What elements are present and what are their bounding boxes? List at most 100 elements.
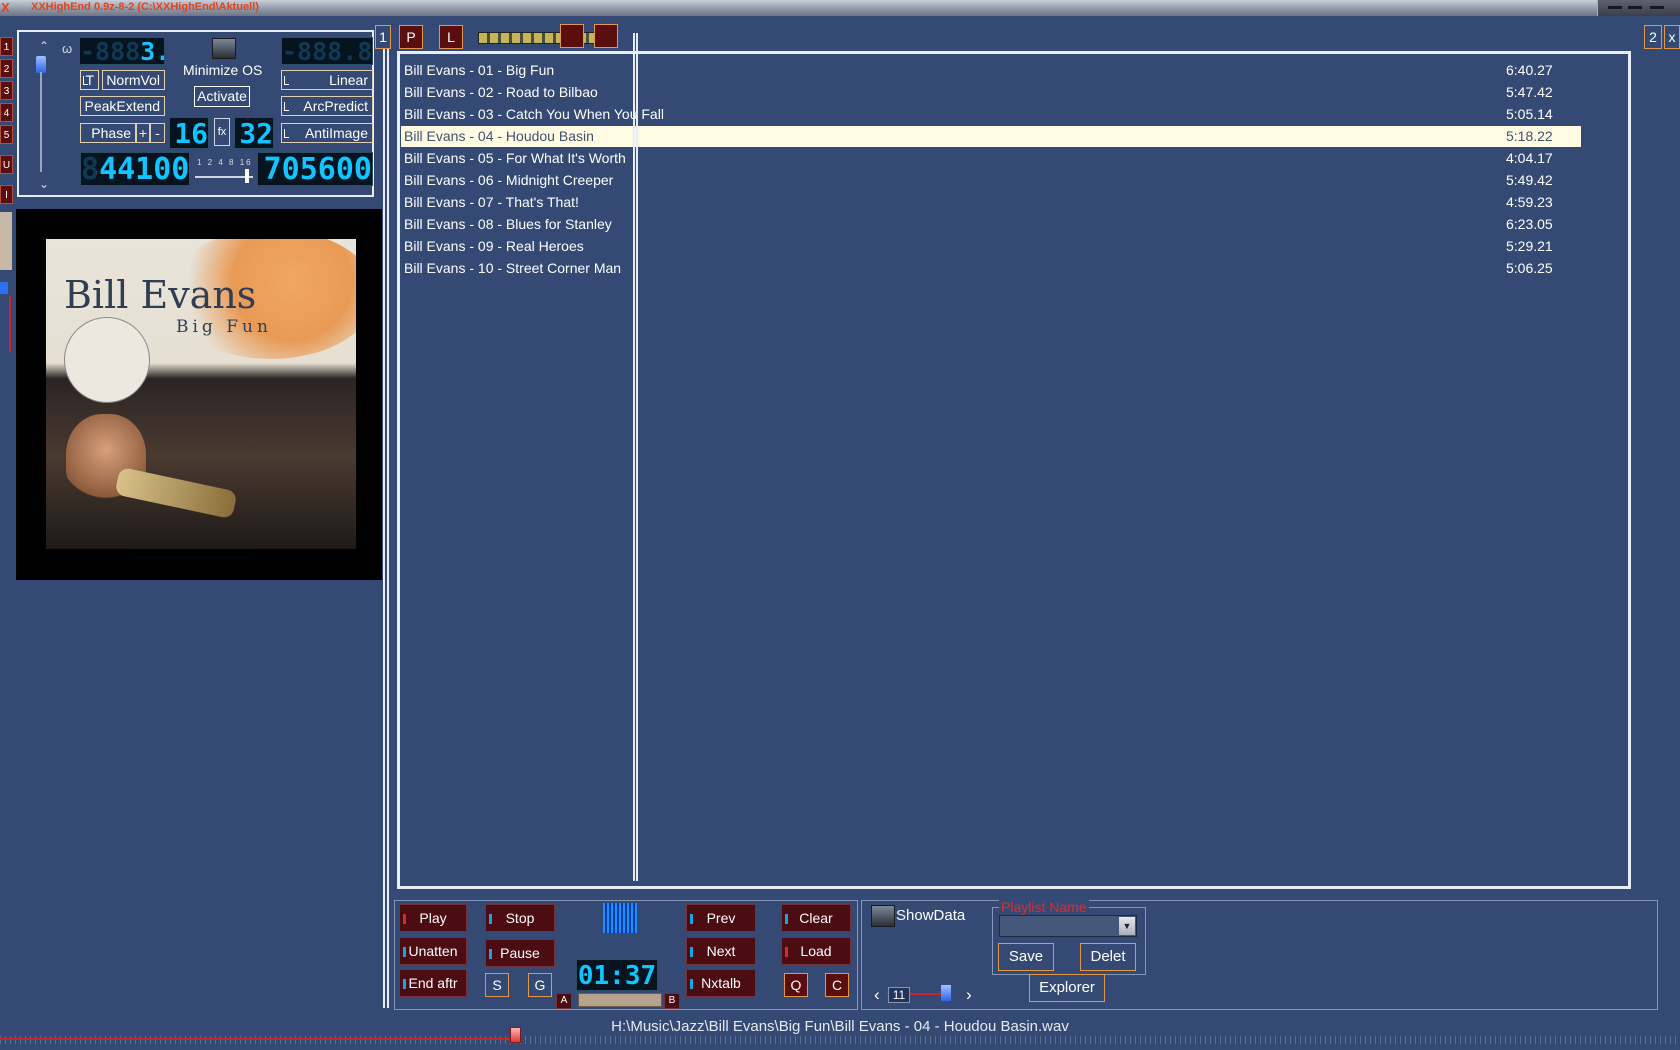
bits-lcd: 16 xyxy=(169,117,209,149)
pager-slider-thumb[interactable] xyxy=(941,985,951,1001)
ab-range-slider[interactable] xyxy=(578,993,662,1007)
volume-down-icon[interactable]: ⌄ xyxy=(39,177,49,191)
track-duration: 4:04.17 xyxy=(1506,150,1553,166)
activate-button[interactable]: Activate xyxy=(194,86,250,107)
next-button[interactable]: Next xyxy=(686,937,756,965)
track-duration: 4:59.23 xyxy=(1506,194,1553,210)
pause-button[interactable]: Pause xyxy=(485,939,555,967)
left-level-line xyxy=(9,296,11,352)
playlist-row[interactable]: Bill Evans - 07 - That's That! 4:59.23 xyxy=(401,192,1581,213)
meter-btn-1[interactable] xyxy=(560,24,584,48)
playlist-row[interactable]: Bill Evans - 03 - Catch You When You Fal… xyxy=(401,104,1581,125)
playlist-row[interactable]: Bill Evans - 06 - Midnight Creeper 5:49.4… xyxy=(401,170,1581,191)
u-button[interactable]: U xyxy=(0,155,13,174)
minimize-os-toggle[interactable] xyxy=(212,38,236,59)
panel-separator xyxy=(383,30,389,1008)
preset-3-button[interactable]: 3 xyxy=(0,81,13,100)
left-volume-thumb[interactable] xyxy=(0,282,8,294)
clear-button[interactable]: Clear xyxy=(781,904,851,932)
playlist-row[interactable]: Bill Evans - 05 - For What It's Worth 4:0… xyxy=(401,148,1581,169)
fx-button[interactable]: fx xyxy=(214,118,230,146)
playlist-row[interactable]: Bill Evans - 04 - Houdou Basin 5:18.22 xyxy=(401,126,1581,147)
track-title: Bill Evans - 02 - Road to Bilbao xyxy=(404,84,598,100)
phase-minus-button[interactable]: - xyxy=(150,123,165,143)
tab-l[interactable]: L xyxy=(439,25,463,49)
unatten-button[interactable]: Unatten xyxy=(399,937,467,965)
explorer-button[interactable]: Explorer xyxy=(1029,974,1105,1002)
playlist-row[interactable]: Bill Evans - 09 - Real Heroes 5:29.21 xyxy=(401,236,1581,257)
load-button[interactable]: Load xyxy=(781,937,851,965)
cover-artist-text: Bill Evans xyxy=(64,273,257,317)
playlist-name-combobox[interactable]: ▼ xyxy=(999,915,1137,937)
playlist-row[interactable]: Bill Evans - 10 - Street Corner Man 5:06.… xyxy=(401,258,1581,279)
save-button[interactable]: Save xyxy=(998,943,1054,971)
t-button[interactable]: T xyxy=(80,70,99,90)
s-button[interactable]: S xyxy=(485,973,509,997)
phase-plus-button[interactable]: + xyxy=(136,123,150,143)
tab-p[interactable]: P xyxy=(399,25,423,49)
volume-slider-track[interactable] xyxy=(40,72,42,172)
left-scroll-handle[interactable] xyxy=(0,212,12,270)
seek-progress xyxy=(0,1038,516,1040)
meter-btn-2[interactable] xyxy=(594,24,618,48)
phase-button[interactable]: Phase xyxy=(80,123,136,143)
waveform-icon xyxy=(603,903,637,933)
c-button[interactable]: C xyxy=(825,973,849,997)
outputrate-lcd: 705600 xyxy=(257,152,373,186)
track-title: Bill Evans - 07 - That's That! xyxy=(404,194,579,210)
volume-up-icon[interactable]: ⌃ xyxy=(39,40,51,52)
stop-button[interactable]: Stop xyxy=(485,904,555,932)
showdata-label: ShowData xyxy=(896,907,966,924)
cover-seal xyxy=(64,317,150,403)
antiimage-button[interactable]: AntiImage xyxy=(281,123,373,143)
track-title: Bill Evans - 01 - Big Fun xyxy=(404,62,555,78)
title-bar: X XXHighEnd 0.9z-8-2 (C:\XXHighEnd\Aktue… xyxy=(0,0,1680,16)
pager-next-icon[interactable]: › xyxy=(966,986,972,1003)
a-marker-button[interactable]: A xyxy=(556,993,572,1009)
normvol-button[interactable]: NormVol xyxy=(102,70,165,90)
volume-lcd: -8883.0 xyxy=(79,37,165,65)
close-panel-button[interactable]: x xyxy=(1664,25,1680,49)
track-title: Bill Evans - 05 - For What It's Worth xyxy=(404,150,626,166)
preset-4-button[interactable]: 4 xyxy=(0,103,13,122)
track-title: Bill Evans - 06 - Midnight Creeper xyxy=(404,172,614,188)
track-duration: 6:40.27 xyxy=(1506,62,1553,78)
control-panel: ⌃ ⌄ ω -8883.0 Minimize OS Activate -888.… xyxy=(17,30,374,197)
preset-1-button[interactable]: 1 xyxy=(0,37,13,56)
prev-button[interactable]: Prev xyxy=(686,904,756,932)
linear-button[interactable]: Linear xyxy=(281,70,373,90)
end-after-button[interactable]: End aftr xyxy=(399,969,467,997)
playlist-row[interactable]: Bill Evans - 01 - Big Fun 6:40.27 xyxy=(401,60,1581,81)
play-button[interactable]: Play xyxy=(399,904,467,932)
arcpredict-indicator xyxy=(284,102,289,111)
chevron-down-icon[interactable]: ▼ xyxy=(1119,917,1135,935)
pager-prev-icon[interactable]: ‹ xyxy=(874,986,880,1003)
delete-button[interactable]: Delet xyxy=(1080,943,1136,971)
maximize-icon[interactable] xyxy=(1628,6,1642,9)
volume-slider-thumb[interactable] xyxy=(36,56,46,73)
cover-album-text: Big Fun xyxy=(176,317,272,337)
next-album-button[interactable]: Nxtalb xyxy=(686,969,756,997)
peakextend-button[interactable]: PeakExtend xyxy=(80,96,165,116)
playlist-column-divider[interactable] xyxy=(633,33,638,881)
tab-2[interactable]: 2 xyxy=(1644,25,1662,49)
g-button[interactable]: G xyxy=(528,973,552,997)
i-button[interactable]: I xyxy=(0,185,13,204)
tab-1[interactable]: 1 xyxy=(375,25,391,49)
arcpredict-button[interactable]: ArcPredict xyxy=(281,96,373,116)
q-button[interactable]: Q xyxy=(784,973,808,997)
preset-5-button[interactable]: 5 xyxy=(0,125,13,144)
minimize-icon[interactable] xyxy=(1608,6,1622,9)
album-cover: Bill Evans Big Fun xyxy=(16,209,382,580)
upsample-slider-thumb[interactable] xyxy=(245,169,249,183)
window-controls[interactable] xyxy=(1597,0,1680,16)
window-title: XXHighEnd 0.9z-8-2 (C:\XXHighEnd\Aktuell… xyxy=(31,1,259,13)
preset-2-button[interactable]: 2 xyxy=(0,59,13,78)
close-window-icon[interactable] xyxy=(1650,6,1664,9)
playlist-row[interactable]: Bill Evans - 08 - Blues for Stanley 6:23.… xyxy=(401,214,1581,235)
playlist-row[interactable]: Bill Evans - 02 - Road to Bilbao 5:47.42 xyxy=(401,82,1581,103)
b-marker-button[interactable]: B xyxy=(664,993,680,1009)
minimize-os-label: Minimize OS xyxy=(183,62,263,78)
showdata-toggle[interactable] xyxy=(871,905,895,927)
track-duration: 5:06.25 xyxy=(1506,260,1553,276)
